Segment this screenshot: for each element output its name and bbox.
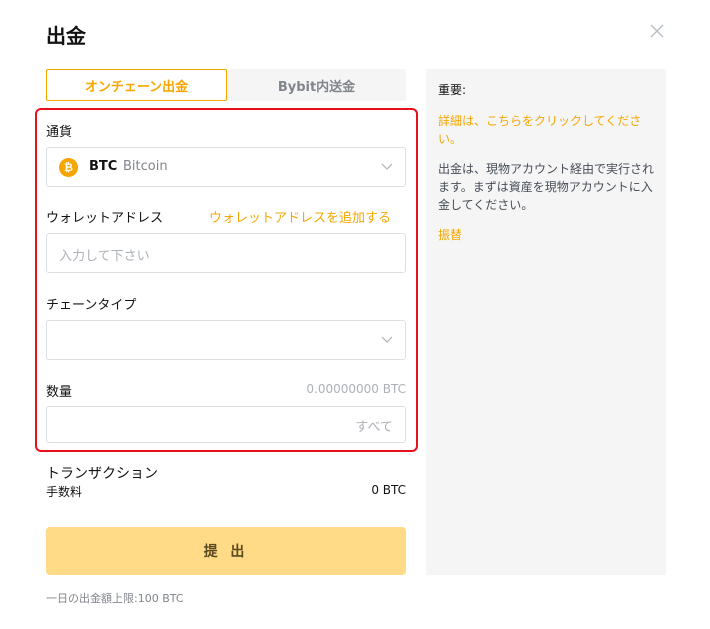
withdraw-tabs: オンチェーン出金 Bybit内送金 xyxy=(46,69,406,101)
fee-value: 0 BTC xyxy=(371,483,406,497)
details-link[interactable]: 詳細は、こちらをクリックしてください。 xyxy=(438,112,654,148)
all-button[interactable]: すべて xyxy=(355,416,393,435)
currency-label: 通貨 xyxy=(46,125,73,140)
submit-button[interactable]: 提 出 xyxy=(46,527,406,575)
amount-input[interactable]: すべて xyxy=(46,406,406,443)
fee-title: トランザクション xyxy=(46,466,158,482)
transfer-link[interactable]: 振替 xyxy=(438,226,462,243)
close-icon[interactable] xyxy=(648,22,666,40)
address-placeholder: 入力して下さい xyxy=(59,249,150,264)
add-address-link[interactable]: ウォレットアドレスを追加する xyxy=(209,207,391,226)
bitcoin-icon: ₿ xyxy=(59,158,78,177)
tab-onchain-withdraw[interactable]: オンチェーン出金 xyxy=(46,69,227,101)
available-balance: 0.00000000 BTC xyxy=(306,382,406,396)
daily-limit-text: 一日の出金額上限:100 BTC xyxy=(46,592,184,605)
tab-bybit-transfer[interactable]: Bybit内送金 xyxy=(227,69,406,101)
chain-type-select[interactable] xyxy=(46,320,406,360)
address-label: ウォレットアドレス xyxy=(46,211,164,226)
currency-symbol: BTC xyxy=(89,159,118,174)
chain-type-label: チェーンタイプ xyxy=(46,298,137,313)
page-title: 出金 xyxy=(46,24,86,48)
currency-name: Bitcoin xyxy=(123,159,168,174)
notice-title: 重要: xyxy=(438,83,467,97)
notice-body: 出金は、現物アカウント経由で実行されます。まずは資産を現物アカウントに入金してく… xyxy=(438,162,655,212)
address-input[interactable]: 入力して下さい xyxy=(46,233,406,273)
amount-label: 数量 xyxy=(46,385,73,400)
fee-label: 手数料 xyxy=(46,485,83,499)
currency-select[interactable]: ₿ BTC Bitcoin xyxy=(46,147,406,187)
chevron-down-icon xyxy=(381,336,393,343)
chevron-down-icon xyxy=(381,163,393,170)
notice-panel: 重要: 詳細は、こちらをクリックしてください。 出金は、現物アカウント経由で実行… xyxy=(426,69,666,575)
